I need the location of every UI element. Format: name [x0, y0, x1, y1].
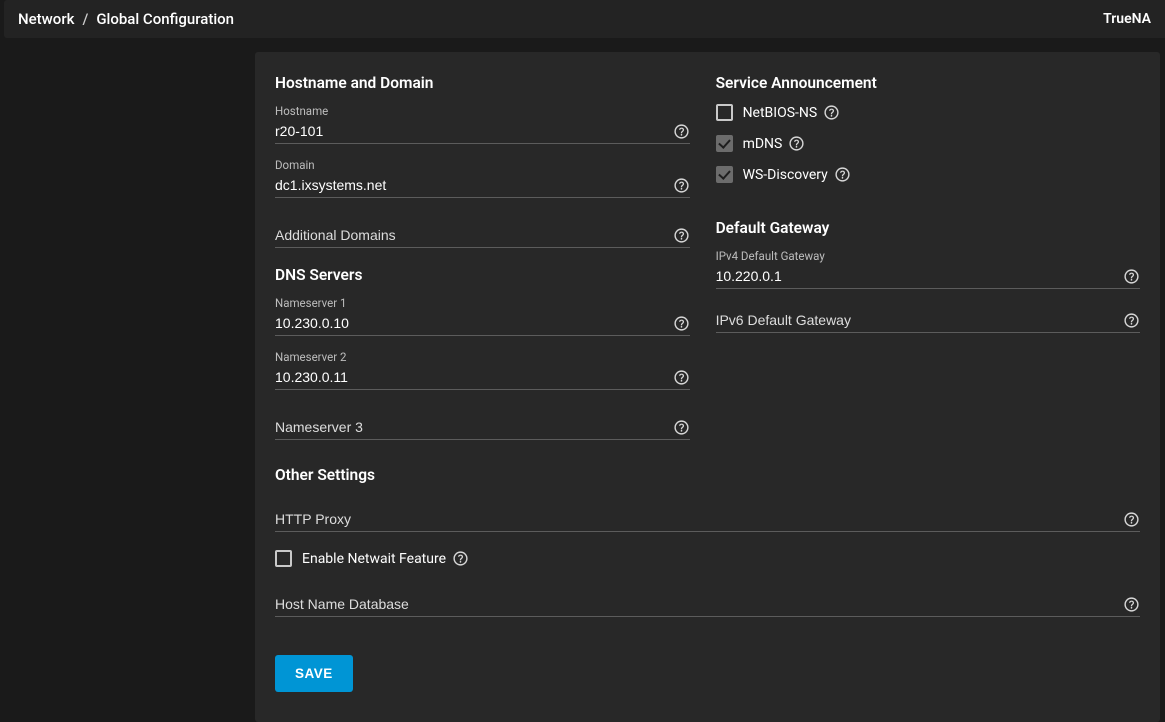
help-icon[interactable]	[673, 123, 690, 140]
netwait-checkbox[interactable]	[275, 550, 292, 567]
hostdb-input[interactable]	[275, 593, 1140, 617]
help-icon[interactable]	[673, 227, 690, 244]
help-icon[interactable]	[673, 315, 690, 332]
breadcrumb-separator: /	[82, 10, 88, 28]
section-service-announcement: Service Announcement	[716, 74, 1140, 92]
breadcrumb-root[interactable]: Network	[18, 10, 74, 28]
hostname-field: Hostname	[275, 104, 690, 144]
help-icon[interactable]	[834, 166, 851, 183]
netbios-label: NetBIOS-NS	[743, 105, 818, 121]
breadcrumb-page: Global Configuration	[96, 10, 234, 28]
ns2-input[interactable]	[275, 366, 690, 390]
hostdb-field	[275, 593, 1140, 617]
ipv4-gw-field: IPv4 Default Gateway	[716, 249, 1140, 289]
section-dns: DNS Servers	[275, 266, 690, 284]
wsdiscovery-row: WS-Discovery	[716, 166, 1140, 183]
config-card: Hostname and Domain Hostname Domain DNS …	[255, 52, 1160, 722]
ipv6-gw-input[interactable]	[716, 309, 1140, 333]
ns1-input[interactable]	[275, 312, 690, 336]
domain-field: Domain	[275, 158, 690, 198]
domain-input[interactable]	[275, 174, 690, 198]
hostname-label: Hostname	[275, 104, 690, 118]
netwait-label: Enable Netwait Feature	[302, 551, 446, 567]
help-icon[interactable]	[1123, 268, 1140, 285]
ipv4-gw-input[interactable]	[716, 265, 1140, 289]
help-icon[interactable]	[673, 369, 690, 386]
help-icon[interactable]	[1123, 312, 1140, 329]
mdns-label: mDNS	[743, 136, 783, 152]
http-proxy-field	[275, 508, 1140, 532]
section-gateway: Default Gateway	[716, 219, 1140, 237]
domain-label: Domain	[275, 158, 690, 172]
additional-domains-field	[275, 224, 690, 248]
ns1-field: Nameserver 1	[275, 296, 690, 336]
help-icon[interactable]	[788, 135, 805, 152]
help-icon[interactable]	[823, 104, 840, 121]
ipv6-gw-field	[716, 309, 1140, 333]
netwait-row: Enable Netwait Feature	[275, 550, 1140, 567]
help-icon[interactable]	[1123, 511, 1140, 528]
ns2-label: Nameserver 2	[275, 350, 690, 364]
netbios-checkbox[interactable]	[716, 104, 733, 121]
save-button[interactable]: SAVE	[275, 655, 353, 692]
help-icon[interactable]	[673, 177, 690, 194]
ns2-field: Nameserver 2	[275, 350, 690, 390]
section-other: Other Settings	[275, 466, 1140, 484]
hostname-input[interactable]	[275, 120, 690, 144]
breadcrumb: Network / Global Configuration	[18, 10, 234, 28]
http-proxy-input[interactable]	[275, 508, 1140, 532]
mdns-row: mDNS	[716, 135, 1140, 152]
additional-domains-input[interactable]	[275, 224, 690, 248]
ns3-field	[275, 416, 690, 440]
help-icon[interactable]	[452, 550, 469, 567]
topbar: Network / Global Configuration TrueNA	[4, 0, 1165, 38]
wsdiscovery-label: WS-Discovery	[743, 167, 828, 183]
ipv4-gw-label: IPv4 Default Gateway	[716, 249, 1140, 263]
ns3-input[interactable]	[275, 416, 690, 440]
netbios-row: NetBIOS-NS	[716, 104, 1140, 121]
ns1-label: Nameserver 1	[275, 296, 690, 310]
brand-label: TrueNA	[1103, 11, 1151, 27]
mdns-checkbox[interactable]	[716, 135, 733, 152]
section-hostname-domain: Hostname and Domain	[275, 74, 690, 92]
help-icon[interactable]	[673, 419, 690, 436]
wsdiscovery-checkbox[interactable]	[716, 166, 733, 183]
help-icon[interactable]	[1123, 596, 1140, 613]
